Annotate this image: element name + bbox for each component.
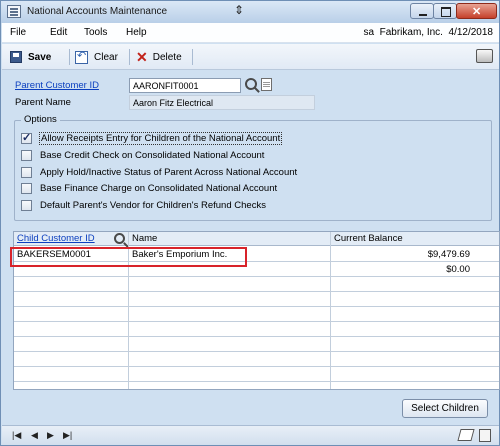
parent-customer-id-label[interactable]: Parent Customer ID xyxy=(15,80,99,91)
maximize-button[interactable] xyxy=(433,3,457,19)
help-icon[interactable] xyxy=(479,429,491,442)
save-icon xyxy=(10,51,22,63)
note-icon[interactable] xyxy=(261,78,272,91)
national-accounts-window: National Accounts Maintenance ⇕ File Edi… xyxy=(0,0,500,446)
option-allow-receipts[interactable]: Allow Receipts Entry for Children of the… xyxy=(21,131,283,145)
option-label: Apply Hold/Inactive Status of Parent Acr… xyxy=(40,167,298,178)
option-base-credit-check[interactable]: Base Credit Check on Consolidated Nation… xyxy=(21,149,264,162)
option-label: Allow Receipts Entry for Children of the… xyxy=(38,132,283,145)
menu-bar: File Edit Tools Help sa Fabrikam, Inc. 4… xyxy=(2,23,499,43)
window-app-icon xyxy=(7,5,21,18)
lookup-icon[interactable] xyxy=(114,233,125,244)
table-row[interactable] xyxy=(14,337,499,352)
previous-record-icon[interactable]: ◀ xyxy=(31,430,38,441)
highlight-annotation xyxy=(10,247,247,267)
next-record-icon[interactable]: ▶ xyxy=(47,430,54,441)
options-title: Options xyxy=(21,114,60,125)
minimize-button[interactable] xyxy=(410,3,434,19)
window-title: National Accounts Maintenance xyxy=(27,6,168,17)
toolbar: Save Clear ✕ Delete xyxy=(2,44,499,70)
menu-file[interactable]: File xyxy=(10,27,26,38)
cursor-icon: ⇕ xyxy=(234,3,245,17)
checkbox[interactable] xyxy=(21,183,32,194)
table-row[interactable] xyxy=(14,277,499,292)
option-label: Base Credit Check on Consolidated Nation… xyxy=(40,150,265,161)
clear-icon xyxy=(75,49,88,64)
toolbar-separator xyxy=(129,49,130,65)
printer-icon[interactable] xyxy=(476,49,493,63)
delete-icon: ✕ xyxy=(136,49,148,65)
checkbox[interactable] xyxy=(21,167,32,178)
first-record-icon[interactable]: |◀ xyxy=(12,430,21,441)
delete-button[interactable]: ✕ Delete xyxy=(136,48,182,66)
menu-edit[interactable]: Edit xyxy=(50,27,67,38)
clear-button[interactable]: Clear xyxy=(75,48,118,66)
column-name: Name xyxy=(132,233,158,244)
note-icon[interactable] xyxy=(457,429,475,441)
column-child-customer-id[interactable]: Child Customer ID xyxy=(17,233,95,244)
table-row[interactable] xyxy=(14,307,499,322)
delete-label: Delete xyxy=(152,51,182,63)
save-button[interactable]: Save xyxy=(10,48,51,66)
option-default-parent-vendor[interactable]: Default Parent's Vendor for Children's R… xyxy=(21,199,266,212)
toolbar-separator xyxy=(192,49,193,65)
table-row[interactable] xyxy=(14,367,499,382)
checkbox[interactable] xyxy=(21,200,32,211)
last-record-icon[interactable]: ▶| xyxy=(63,430,72,441)
option-apply-hold[interactable]: Apply Hold/Inactive Status of Parent Acr… xyxy=(21,166,297,179)
option-label: Base Finance Charge on Consolidated Nati… xyxy=(40,183,278,194)
lookup-icon[interactable] xyxy=(245,78,257,90)
menu-tools[interactable]: Tools xyxy=(84,27,107,38)
parent-name-field: Aaron Fitz Electrical xyxy=(129,95,315,110)
parent-customer-id-field[interactable]: AARONFIT0001 xyxy=(129,78,241,93)
option-label: Default Parent's Vendor for Children's R… xyxy=(40,200,266,211)
checkbox[interactable] xyxy=(21,131,32,144)
title-bar: National Accounts Maintenance ⇕ xyxy=(1,1,499,23)
menu-help[interactable]: Help xyxy=(126,27,147,38)
session-context: sa Fabrikam, Inc. 4/12/2018 xyxy=(363,27,493,38)
table-row[interactable] xyxy=(14,352,499,367)
clear-label: Clear xyxy=(94,51,118,63)
status-bar: |◀ ◀ ▶ ▶| xyxy=(2,425,499,445)
table-row[interactable] xyxy=(14,292,499,307)
cell-balance: $0.00 xyxy=(446,264,470,275)
save-label: Save xyxy=(28,51,52,63)
parent-name-label: Parent Name xyxy=(15,97,71,108)
checkbox[interactable] xyxy=(21,150,32,161)
toolbar-separator xyxy=(69,49,70,65)
grid-header: Child Customer ID Name Current Balance xyxy=(14,232,499,246)
select-children-button[interactable]: Select Children xyxy=(402,399,488,418)
close-button[interactable] xyxy=(456,3,497,19)
column-current-balance: Current Balance xyxy=(334,233,403,244)
cell-balance: $9,479.69 xyxy=(427,249,470,260)
option-base-finance-charge[interactable]: Base Finance Charge on Consolidated Nati… xyxy=(21,182,277,195)
table-row[interactable] xyxy=(14,322,499,337)
